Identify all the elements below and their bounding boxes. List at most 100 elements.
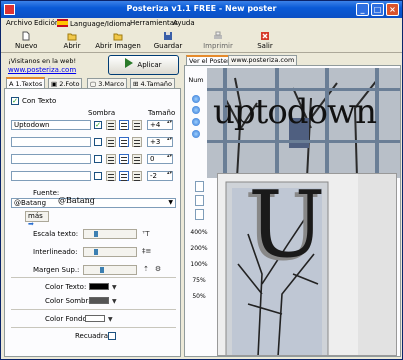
escala-label: Escala texto: (33, 230, 79, 238)
text-line-4-input[interactable] (11, 171, 91, 181)
align-center-1-button[interactable] (119, 120, 129, 130)
exit-button[interactable]: Salir (255, 31, 275, 50)
menu-herramientas[interactable]: Herramientas (130, 19, 178, 27)
color-fondo-dropdown-icon[interactable]: ▼ (108, 316, 113, 323)
zoom-400[interactable]: 400% (187, 229, 211, 236)
shadow-2-checkbox[interactable] (94, 138, 102, 146)
arrow-up-icon[interactable] (192, 95, 200, 103)
escala-slider[interactable] (83, 229, 137, 239)
color-texto-swatch[interactable] (89, 283, 109, 290)
align-right-4-button[interactable] (132, 171, 142, 181)
interlineado-slider[interactable] (83, 247, 137, 257)
align-left-3-button[interactable] (106, 154, 116, 164)
window-title: Posteriza v1.1 FREE - New poster (126, 4, 277, 13)
zoom-75[interactable]: 75% (187, 277, 211, 284)
interlineado-thumb[interactable] (94, 249, 98, 255)
tamano-header: Tamaño (148, 109, 176, 117)
size-4-spinner[interactable]: -2 (147, 171, 173, 181)
zoom-50[interactable]: 50% (187, 293, 211, 300)
site-link[interactable]: www.posteriza.com (8, 66, 76, 74)
size-1-spinner[interactable]: +4 (147, 120, 173, 130)
frame-tab-icon: ▢ (90, 80, 97, 88)
text-line-3-input[interactable] (11, 154, 91, 164)
menu-bar: Archivo Edición Language/Idioma Herramie… (1, 18, 402, 30)
printer-icon (214, 31, 222, 39)
color-sombra-dropdown-icon[interactable]: ▼ (112, 298, 117, 305)
num-label: Num (188, 76, 204, 84)
apply-arrow-icon (125, 58, 134, 68)
line-spacing-icon: ‡≡ (142, 247, 152, 255)
interlineado-label: Interlineado: (33, 248, 78, 256)
menu-edicion[interactable]: Edición (34, 19, 59, 27)
zoom-100[interactable]: 100% (187, 261, 211, 268)
margin-top-icon: ⇡ (143, 265, 149, 273)
textos-panel: ✓ Con Texto Sombra Tamaño Uptodown ✓ +4 … (4, 88, 181, 357)
print-button[interactable]: Imprimir (202, 31, 234, 50)
menu-language[interactable]: Language/Idioma (57, 19, 131, 28)
gear-icon[interactable]: ⚙ (154, 265, 162, 273)
color-texto-dropdown-icon[interactable]: ▼ (112, 284, 117, 291)
title-bar[interactable]: Posteriza v1.1 FREE - New poster _ □ × (1, 1, 402, 18)
zoom-width-button[interactable] (195, 209, 204, 220)
color-sombra-swatch[interactable] (89, 297, 109, 304)
close-button[interactable]: × (386, 3, 399, 16)
apply-button[interactable]: Aplicar (108, 55, 179, 75)
size-2-spinner[interactable]: +3 (147, 137, 173, 147)
shadow-4-checkbox[interactable] (94, 172, 102, 180)
arrow-up-small-icon[interactable] (192, 118, 200, 126)
con-texto-checkbox[interactable]: ✓ (11, 97, 19, 105)
text-line-2-input[interactable] (11, 137, 91, 147)
menu-ayuda[interactable]: Ayuda (173, 19, 195, 27)
zoom-200[interactable]: 200% (187, 245, 211, 252)
right-panel: Ver el Poster www.posteriza.com Num upto… (184, 55, 401, 357)
mas-button[interactable]: más ➡ (25, 211, 49, 228)
arrow-down-icon[interactable] (192, 106, 200, 114)
align-center-2-button[interactable] (119, 137, 129, 147)
align-left-2-button[interactable] (106, 137, 116, 147)
recuadro-checkbox[interactable] (108, 332, 116, 340)
new-button[interactable]: Nuevo (15, 31, 37, 50)
align-left-1-button[interactable] (106, 120, 116, 130)
save-button[interactable]: Guardar (153, 31, 183, 50)
align-left-4-button[interactable] (106, 171, 116, 181)
zoom-page-button[interactable] (195, 195, 204, 206)
margen-thumb[interactable] (100, 267, 104, 273)
align-right-2-button[interactable] (132, 137, 142, 147)
recuadro-label: Recuadra: (75, 332, 111, 340)
spain-flag-icon (57, 19, 68, 27)
tab-ver-poster[interactable]: Ver el Poster (186, 55, 233, 65)
tab-website[interactable]: www.posteriza.com (228, 55, 298, 65)
grid-line (207, 140, 400, 143)
align-center-4-button[interactable] (119, 171, 129, 181)
poster-view: Num uptodown 400% 200% 100% 75% 50% U (184, 65, 401, 357)
open-button[interactable]: Abrir (61, 31, 83, 50)
con-texto-label: Con Texto (22, 97, 57, 105)
zoom-fit-button[interactable] (195, 181, 204, 192)
new-document-icon (22, 31, 30, 41)
font-preview: @Batang (58, 196, 95, 205)
align-right-3-button[interactable] (132, 154, 142, 164)
minimize-button[interactable]: _ (356, 3, 369, 16)
maximize-button[interactable]: □ (371, 3, 384, 16)
sombra-header: Sombra (88, 109, 116, 117)
shadow-3-checkbox[interactable] (94, 155, 102, 163)
color-sombra-label: Color Sombra: (45, 297, 96, 305)
preview-text: uptodown (213, 92, 377, 132)
floppy-disk-icon (164, 32, 172, 40)
align-center-3-button[interactable] (119, 154, 129, 164)
text-line-1-input[interactable]: Uptodown (11, 120, 91, 130)
text-scale-icon: ᵀT (142, 230, 150, 238)
margen-slider[interactable] (83, 265, 137, 275)
align-right-1-button[interactable] (132, 120, 142, 130)
font-select[interactable]: @Batang @Batang ▼ (11, 196, 176, 208)
escala-thumb[interactable] (94, 231, 98, 237)
color-fondo-swatch[interactable] (85, 315, 105, 322)
open-image-icon (113, 33, 123, 41)
size-3-spinner[interactable]: 0 (147, 154, 173, 164)
arrow-down-small-icon[interactable] (192, 130, 200, 138)
menu-archivo[interactable]: Archivo (6, 19, 32, 27)
shadow-1-checkbox[interactable]: ✓ (94, 121, 102, 129)
open-image-button[interactable]: Abrir Imagen (95, 31, 141, 50)
grid-line (207, 88, 400, 91)
poster-letter: U (248, 173, 326, 278)
